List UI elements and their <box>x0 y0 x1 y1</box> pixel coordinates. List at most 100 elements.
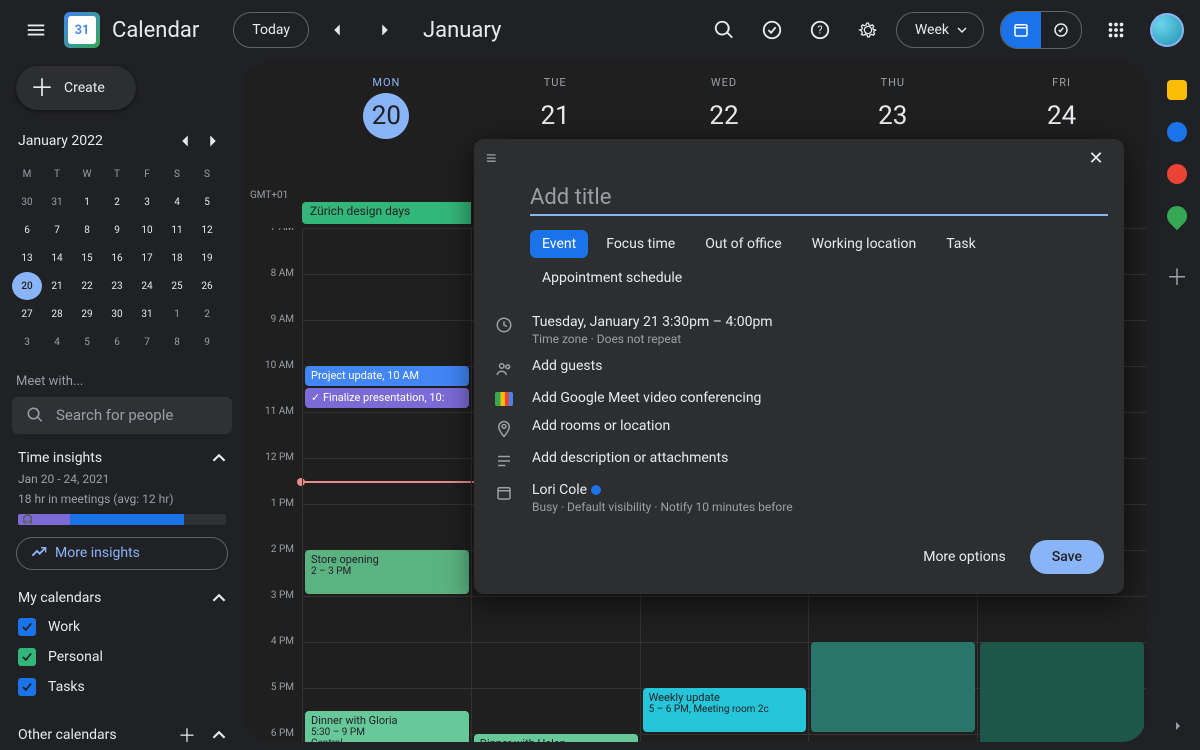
mini-day[interactable]: 6 <box>12 216 42 244</box>
drag-handle-icon[interactable]: ≡ <box>486 148 497 169</box>
mini-day[interactable]: 7 <box>42 216 72 244</box>
keep-icon[interactable] <box>1167 80 1187 100</box>
mini-day[interactable]: 25 <box>162 272 192 300</box>
next-week-button[interactable] <box>365 10 405 50</box>
mini-day[interactable]: 14 <box>42 244 72 272</box>
event-datetime[interactable]: Tuesday, January 21 3:30pm – 4:00pm <box>532 314 773 330</box>
mini-day[interactable]: 8 <box>72 216 102 244</box>
calendar-checkbox[interactable]: Tasks <box>18 672 226 702</box>
more-insights-button[interactable]: More insights <box>16 537 228 570</box>
event-store-opening[interactable]: Store opening2 – 3 PM <box>305 550 469 594</box>
mini-day[interactable]: 28 <box>42 300 72 328</box>
mini-day[interactable]: 30 <box>12 188 42 216</box>
day-number[interactable]: 21 <box>532 93 578 139</box>
mini-day[interactable]: 4 <box>162 188 192 216</box>
event-block-thu[interactable] <box>811 642 975 732</box>
allday-event[interactable]: Zürich design days <box>302 202 471 224</box>
maps-icon[interactable] <box>1163 202 1191 230</box>
day-number[interactable]: 24 <box>1039 93 1085 139</box>
create-button[interactable]: ＋Create <box>16 66 136 110</box>
mini-day[interactable]: 18 <box>162 244 192 272</box>
mini-day[interactable]: 29 <box>72 300 102 328</box>
add-location-button[interactable]: Add rooms or location <box>532 418 670 434</box>
event-finalize[interactable]: ✓ Finalize presentation, 10: <box>305 388 469 408</box>
close-dialog-button[interactable]: ✕ <box>1080 142 1112 174</box>
event-datetime-sub[interactable]: Time zone · Does not repeat <box>532 332 773 346</box>
mini-day[interactable]: 6 <box>102 328 132 356</box>
event-type-tab[interactable]: Working location <box>800 230 929 258</box>
mini-day[interactable]: 7 <box>132 328 162 356</box>
mini-day[interactable]: 15 <box>72 244 102 272</box>
mini-day[interactable]: 27 <box>12 300 42 328</box>
calendar-view-button[interactable] <box>1001 12 1041 48</box>
save-button[interactable]: Save <box>1030 540 1104 574</box>
event-block-fri[interactable] <box>980 642 1144 742</box>
tasks-view-button[interactable] <box>1041 12 1081 48</box>
event-project-update[interactable]: Project update, 10 AM <box>305 366 469 386</box>
add-meet-button[interactable]: Add Google Meet video conferencing <box>532 390 761 406</box>
event-type-tab[interactable]: Task <box>934 230 988 258</box>
mini-day[interactable]: 26 <box>192 272 222 300</box>
tasks-sidepanel-icon[interactable] <box>1167 122 1187 142</box>
mini-day[interactable]: 1 <box>162 300 192 328</box>
collapse-sidepanel-icon[interactable] <box>1170 718 1186 738</box>
today-button[interactable]: Today <box>233 12 309 48</box>
contacts-icon[interactable] <box>1167 164 1187 184</box>
my-calendars-toggle[interactable]: My calendars <box>12 588 232 608</box>
day-number[interactable]: 22 <box>701 93 747 139</box>
hamburger-menu[interactable] <box>16 10 56 50</box>
add-sidepanel-icon[interactable]: ＋ <box>1166 260 1188 292</box>
event-weekly-update[interactable]: Weekly update5 – 6 PM, Meeting room 2c <box>643 688 807 732</box>
event-type-tab[interactable]: Appointment schedule <box>530 264 694 292</box>
account-avatar[interactable] <box>1150 13 1184 47</box>
mini-day[interactable]: 30 <box>102 300 132 328</box>
mini-day[interactable]: 9 <box>192 328 222 356</box>
mini-day[interactable]: 31 <box>42 188 72 216</box>
event-type-tab[interactable]: Focus time <box>594 230 687 258</box>
mini-day[interactable]: 1 <box>72 188 102 216</box>
mini-day[interactable]: 8 <box>162 328 192 356</box>
mini-day[interactable]: 2 <box>192 300 222 328</box>
mini-day[interactable]: 10 <box>132 216 162 244</box>
event-dinner-helen[interactable]: Dinner with Helen6 – 9 PM <box>474 734 638 742</box>
event-owner[interactable]: Lori Cole <box>532 482 793 498</box>
mini-day[interactable]: 9 <box>102 216 132 244</box>
mini-day[interactable]: 2 <box>102 188 132 216</box>
mini-next-button[interactable] <box>200 128 226 154</box>
day-number[interactable]: 20 <box>363 93 409 139</box>
mini-day[interactable]: 5 <box>72 328 102 356</box>
mini-day[interactable]: 3 <box>132 188 162 216</box>
event-type-tab[interactable]: Out of office <box>693 230 793 258</box>
mini-day[interactable]: 16 <box>102 244 132 272</box>
mini-day[interactable]: 17 <box>132 244 162 272</box>
view-selector[interactable]: Week <box>896 12 984 48</box>
mini-day[interactable]: 24 <box>132 272 162 300</box>
day-number[interactable]: 23 <box>870 93 916 139</box>
other-calendars-toggle[interactable]: Other calendars ＋ <box>12 720 232 750</box>
mini-day[interactable]: 5 <box>192 188 222 216</box>
mini-day[interactable]: 31 <box>132 300 162 328</box>
help-icon[interactable]: ? <box>800 10 840 50</box>
event-title-input[interactable] <box>530 181 1108 216</box>
calendar-checkbox[interactable]: Work <box>18 612 226 642</box>
more-options-button[interactable]: More options <box>911 541 1018 573</box>
apps-icon[interactable] <box>1096 10 1136 50</box>
event-dinner-gloria[interactable]: Dinner with Gloria5:30 – 9 PMCentral <box>305 711 469 742</box>
mini-day[interactable]: 23 <box>102 272 132 300</box>
task-check-icon[interactable] <box>752 10 792 50</box>
mini-day[interactable]: 13 <box>12 244 42 272</box>
settings-icon[interactable] <box>848 10 888 50</box>
search-icon[interactable] <box>704 10 744 50</box>
calendar-checkbox[interactable]: Personal <box>18 642 226 672</box>
mini-day[interactable]: 11 <box>162 216 192 244</box>
prev-week-button[interactable] <box>317 10 357 50</box>
mini-day[interactable]: 19 <box>192 244 222 272</box>
event-type-tab[interactable]: Event <box>530 230 588 258</box>
mini-day[interactable]: 3 <box>12 328 42 356</box>
mini-day[interactable]: 12 <box>192 216 222 244</box>
mini-day[interactable]: 21 <box>42 272 72 300</box>
search-people-input[interactable]: Search for people <box>12 397 232 434</box>
add-guests-button[interactable]: Add guests <box>532 358 602 374</box>
time-insights-toggle[interactable]: Time insights <box>12 448 232 468</box>
add-description-button[interactable]: Add description or attachments <box>532 450 728 466</box>
